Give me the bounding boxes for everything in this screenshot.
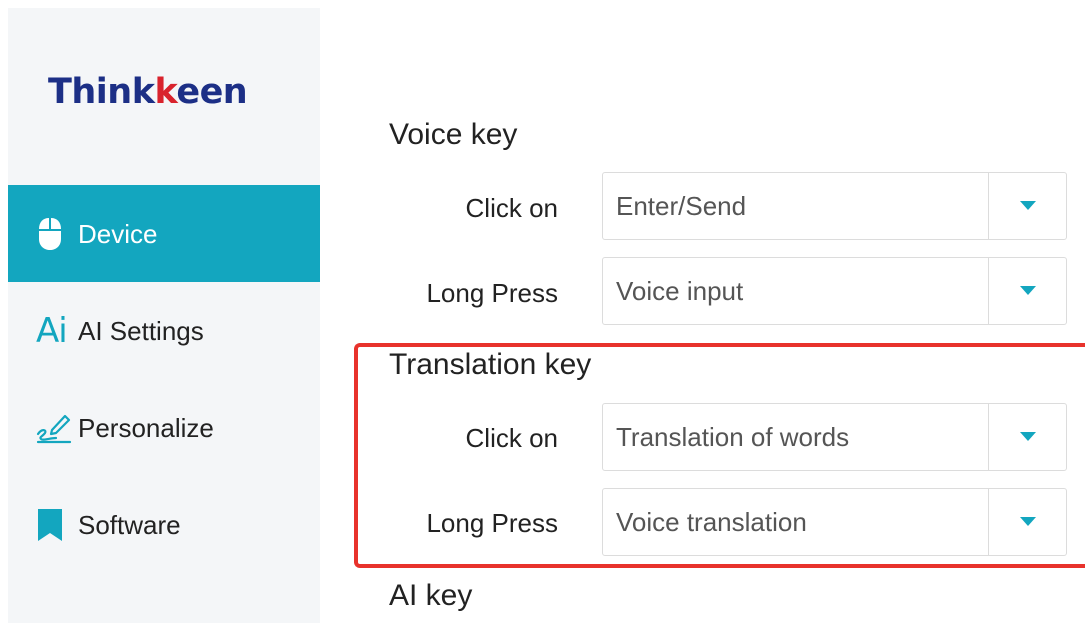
sidebar-item-device[interactable]: Device bbox=[8, 185, 320, 282]
voice-long-label: Long Press bbox=[426, 278, 558, 308]
logo-prefix: Think bbox=[48, 72, 155, 112]
voice-click-select[interactable]: Enter/Send bbox=[602, 172, 1067, 240]
sidebar-item-label: Personalize bbox=[78, 412, 214, 443]
translation-key-title: Translation key bbox=[389, 348, 592, 381]
logo-accent: k bbox=[154, 72, 177, 112]
caret-down-icon bbox=[1019, 517, 1036, 526]
sidebar-item-label: Software bbox=[78, 509, 181, 540]
brand-logo: Thinkkeen bbox=[48, 72, 248, 112]
translation-long-label: Long Press bbox=[426, 508, 558, 538]
sidebar-item-personalize[interactable]: Personalize bbox=[8, 379, 320, 476]
pen-icon bbox=[36, 410, 72, 446]
app-window: Thinkkeen Device Ai AI Settings Personal… bbox=[0, 0, 1089, 623]
dropdown-button[interactable] bbox=[988, 404, 1066, 470]
translation-long-select[interactable]: Voice translation bbox=[602, 488, 1067, 556]
ai-key-title: AI key bbox=[389, 579, 473, 612]
select-value: Voice input bbox=[616, 275, 744, 306]
logo-suffix: een bbox=[176, 72, 248, 112]
sidebar-item-label: Device bbox=[78, 218, 158, 249]
translation-click-select[interactable]: Translation of words bbox=[602, 403, 1067, 471]
ai-icon: Ai bbox=[36, 313, 72, 349]
voice-key-title: Voice key bbox=[389, 118, 518, 151]
voice-click-label: Click on bbox=[465, 193, 558, 223]
translation-click-label: Click on bbox=[465, 423, 558, 453]
caret-down-icon bbox=[1019, 432, 1036, 441]
sidebar-item-label: AI Settings bbox=[78, 315, 204, 346]
sidebar-item-ai-settings[interactable]: Ai AI Settings bbox=[8, 282, 320, 379]
caret-down-icon bbox=[1019, 201, 1036, 210]
voice-long-select[interactable]: Voice input bbox=[602, 257, 1067, 325]
select-value: Enter/Send bbox=[616, 190, 747, 221]
select-value: Voice translation bbox=[616, 506, 807, 537]
sidebar-item-software[interactable]: Software bbox=[8, 476, 320, 573]
mouse-icon bbox=[36, 216, 72, 252]
select-value: Translation of words bbox=[616, 421, 850, 452]
ai-icon-text: Ai bbox=[36, 310, 68, 351]
dropdown-button[interactable] bbox=[988, 489, 1066, 555]
bookmark-icon bbox=[36, 507, 72, 543]
sidebar: Thinkkeen Device Ai AI Settings Personal… bbox=[8, 8, 320, 623]
caret-down-icon bbox=[1019, 286, 1036, 295]
dropdown-button[interactable] bbox=[988, 173, 1066, 239]
dropdown-button[interactable] bbox=[988, 258, 1066, 324]
